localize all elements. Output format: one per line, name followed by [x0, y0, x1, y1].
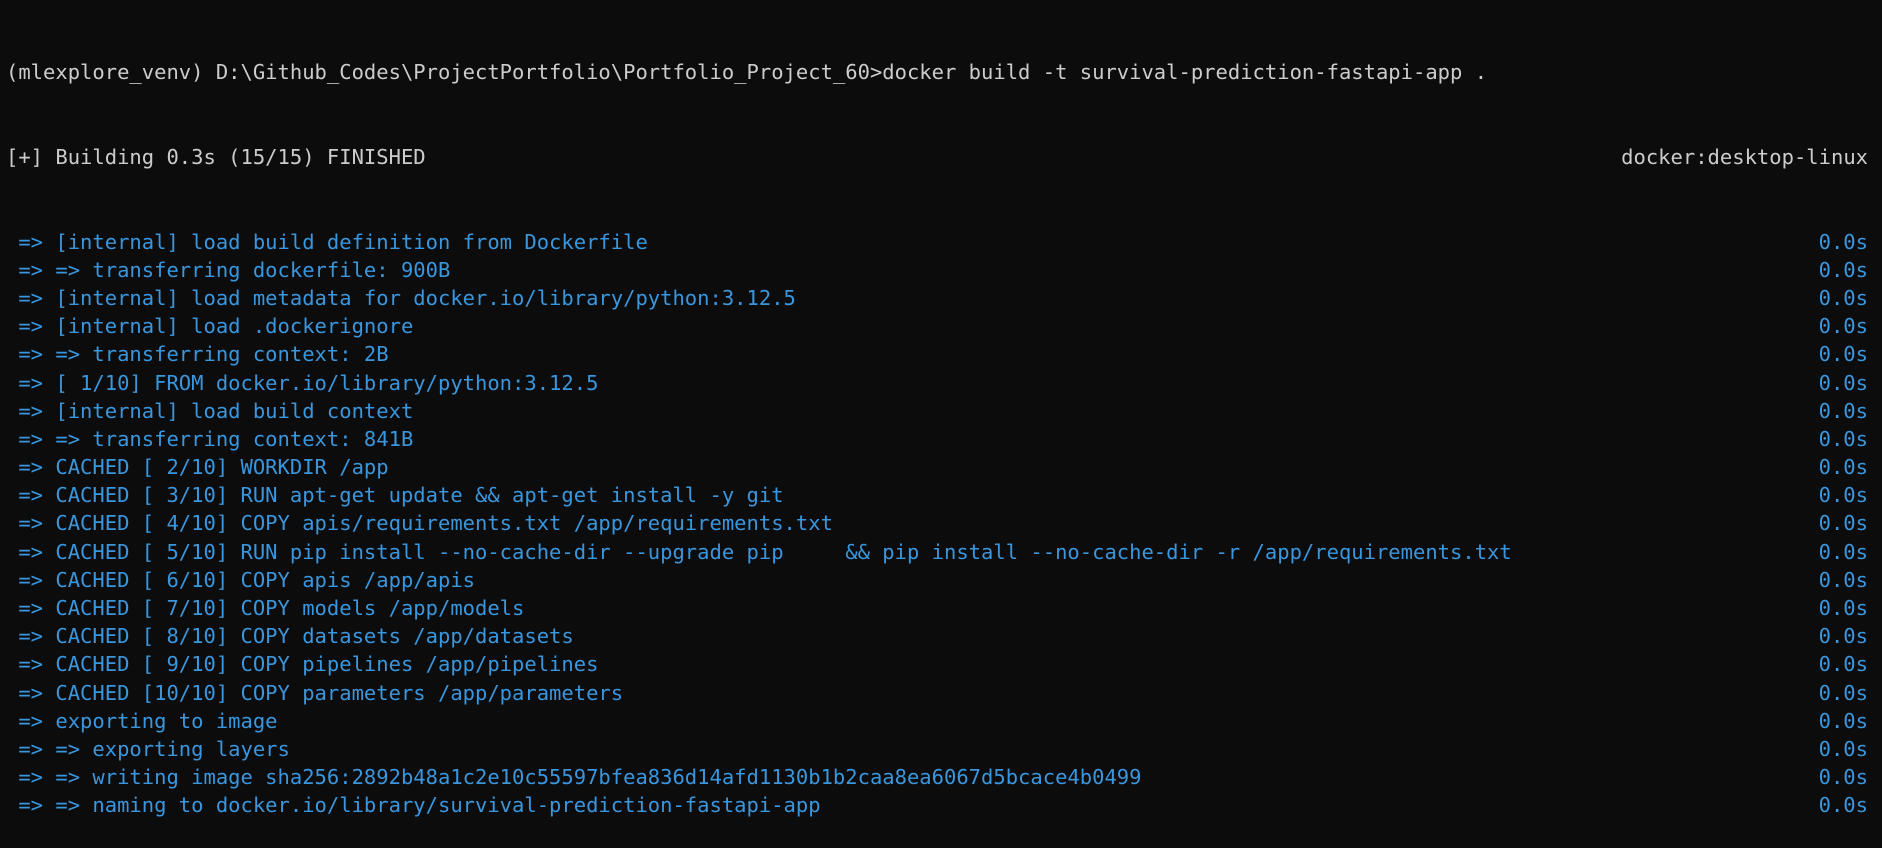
build-step-line: => CACHED [ 7/10] COPY models /app/model…: [6, 594, 1868, 622]
build-step-text: => => transferring dockerfile: 900B: [6, 257, 451, 282]
build-step-time: 0.0s: [1818, 539, 1868, 564]
build-step-line: => CACHED [ 2/10] WORKDIR /app 0.0s: [6, 453, 1868, 481]
build-step-line: => [ 1/10] FROM docker.io/library/python…: [6, 369, 1868, 397]
build-step-line: => => transferring context: 2B 0.0s: [6, 340, 1868, 368]
build-step-time: 0.0s: [1818, 736, 1868, 761]
build-step-line: => CACHED [ 3/10] RUN apt-get update && …: [6, 481, 1868, 509]
terminal-window[interactable]: (mlexplore_venv) D:\Github_Codes\Project…: [0, 0, 1882, 817]
build-step-time: 0.0s: [1818, 398, 1868, 423]
build-step-time: 0.0s: [1818, 257, 1868, 282]
build-step-time: 0.0s: [1818, 793, 1868, 818]
prompt-line: (mlexplore_venv) D:\Github_Codes\Project…: [6, 58, 1868, 86]
build-step-text: => CACHED [ 6/10] COPY apis /app/apis: [6, 567, 475, 592]
build-steps: => [internal] load build definition from…: [6, 228, 1868, 820]
build-step-text: => CACHED [ 3/10] RUN apt-get update && …: [6, 483, 784, 508]
build-context: docker:desktop-linux: [1621, 145, 1868, 169]
build-step-text: => [internal] load .dockerignore: [6, 314, 414, 339]
build-step-time: 0.0s: [1818, 285, 1868, 310]
build-step-text: => => writing image sha256:2892b48a1c2e1…: [6, 765, 1142, 790]
build-step-line: => exporting to image 0.0s: [6, 707, 1868, 735]
build-step-text: => CACHED [10/10] COPY parameters /app/p…: [6, 680, 624, 705]
build-step-time: 0.0s: [1818, 342, 1868, 367]
build-step-text: => CACHED [ 8/10] COPY datasets /app/dat…: [6, 624, 574, 649]
build-step-text: => => transferring context: 2B: [6, 342, 389, 367]
build-step-time: 0.0s: [1818, 680, 1868, 705]
build-step-text: => => transferring context: 841B: [6, 426, 414, 451]
build-step-text: => CACHED [ 5/10] RUN pip install --no-c…: [6, 539, 1512, 564]
build-step-text: => => naming to docker.io/library/surviv…: [6, 793, 821, 818]
build-step-time: 0.0s: [1818, 624, 1868, 649]
build-step-time: 0.0s: [1818, 708, 1868, 733]
build-step-line: => => transferring context: 841B 0.0s: [6, 425, 1868, 453]
build-status: [+] Building 0.3s (15/15) FINISHED: [6, 145, 426, 169]
build-step-line: => => writing image sha256:2892b48a1c2e1…: [6, 763, 1868, 791]
build-step-text: => CACHED [ 4/10] COPY apis/requirements…: [6, 511, 833, 536]
build-step-time: 0.0s: [1818, 370, 1868, 395]
build-step-time: 0.0s: [1818, 511, 1868, 536]
build-step-line: => [internal] load build definition from…: [6, 228, 1868, 256]
command-prompt: (mlexplore_venv) D:\Github_Codes\Project…: [6, 60, 1488, 85]
build-step-time: 0.0s: [1818, 455, 1868, 480]
build-step-line: => CACHED [ 8/10] COPY datasets /app/dat…: [6, 622, 1868, 650]
build-step-line: => [internal] load metadata for docker.i…: [6, 284, 1868, 312]
build-step-time: 0.0s: [1818, 596, 1868, 621]
build-step-line: => CACHED [ 4/10] COPY apis/requirements…: [6, 509, 1868, 537]
build-step-time: 0.0s: [1818, 426, 1868, 451]
build-step-line: => => transferring dockerfile: 900B 0.0s: [6, 256, 1868, 284]
build-step-text: => [ 1/10] FROM docker.io/library/python…: [6, 370, 599, 395]
build-step-time: 0.0s: [1818, 229, 1868, 254]
build-step-text: => => exporting layers: [6, 736, 290, 761]
build-step-line: => CACHED [ 6/10] COPY apis /app/apis 0.0…: [6, 566, 1868, 594]
build-step-text: => exporting to image: [6, 708, 278, 733]
build-step-line: => [internal] load build context 0.0s: [6, 397, 1868, 425]
build-step-text: => [internal] load build definition from…: [6, 229, 648, 254]
build-step-line: => CACHED [10/10] COPY parameters /app/p…: [6, 679, 1868, 707]
build-step-time: 0.0s: [1818, 314, 1868, 339]
build-step-line: => => exporting layers 0.0s: [6, 735, 1868, 763]
build-step-text: => CACHED [ 2/10] WORKDIR /app: [6, 455, 389, 480]
build-status-line: [+] Building 0.3s (15/15) FINISHED docke…: [6, 143, 1868, 171]
build-step-text: => [internal] load metadata for docker.i…: [6, 285, 796, 310]
build-step-time: 0.0s: [1818, 567, 1868, 592]
build-step-line: => [internal] load .dockerignore 0.0s: [6, 312, 1868, 340]
build-step-time: 0.0s: [1818, 765, 1868, 790]
build-step-line: => => naming to docker.io/library/surviv…: [6, 791, 1868, 819]
build-step-line: => CACHED [ 5/10] RUN pip install --no-c…: [6, 538, 1868, 566]
build-step-text: => CACHED [ 7/10] COPY models /app/model…: [6, 596, 525, 621]
build-step-text: => [internal] load build context: [6, 398, 414, 423]
build-step-time: 0.0s: [1818, 483, 1868, 508]
